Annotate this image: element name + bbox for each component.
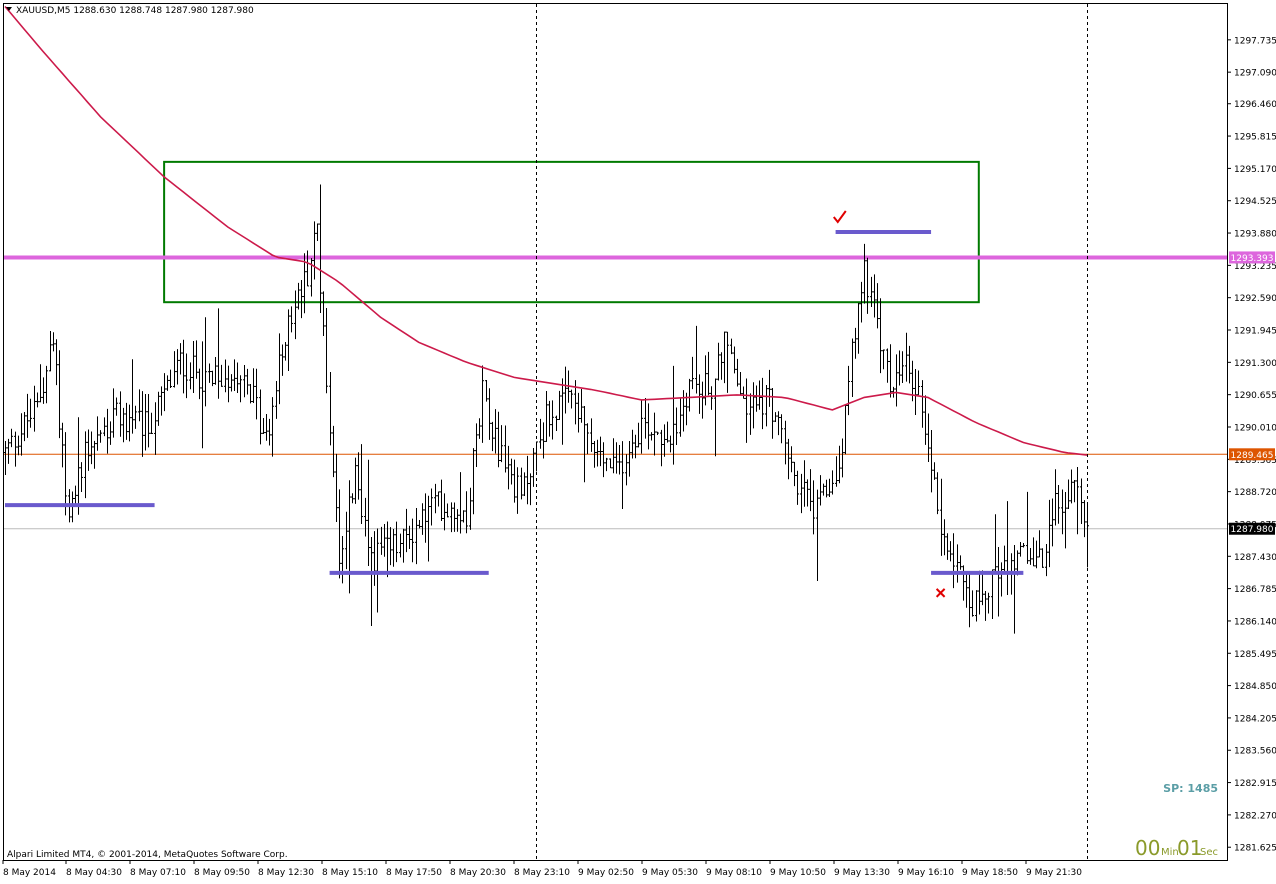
time-tick-label: 9 May 21:30 xyxy=(1026,868,1082,878)
time-tick-label: 8 May 15:10 xyxy=(322,868,378,878)
time-tick-label: 8 May 09:50 xyxy=(194,868,250,878)
time-tick-label: 8 May 07:10 xyxy=(130,868,186,878)
chart-canvas[interactable]: 1297.735 1297.090 1296.460 1295.815 1295.170… xyxy=(0,0,1276,880)
price-tick-label: 1292.590 xyxy=(1234,294,1276,304)
trading-chart[interactable]: 1297.735 1297.090 1296.460 1295.815 1295.170… xyxy=(0,0,1276,880)
time-tick-label: 8 May 04:30 xyxy=(66,868,122,878)
price-tick-label: 1281.625 xyxy=(1234,844,1276,854)
price-tick-label: 1297.090 xyxy=(1234,69,1276,79)
time-tick-label: 8 May 20:30 xyxy=(450,868,506,878)
price-tick-label: 1288.720 xyxy=(1234,488,1276,498)
price-tick-label: 1291.945 xyxy=(1234,327,1276,337)
time-tick-label: 8 May 12:30 xyxy=(258,868,314,878)
time-tick-label: 9 May 10:50 xyxy=(770,868,826,878)
price-tick-label: 1284.205 xyxy=(1234,714,1276,724)
time-tick-label: 8 May 23:10 xyxy=(514,868,570,878)
spread-indicator: SP: 1485 xyxy=(1163,782,1218,795)
price-tick-label: 1290.655 xyxy=(1234,391,1276,401)
price-tick-label: 1293.880 xyxy=(1234,230,1276,240)
price-tick-label: 1294.525 xyxy=(1234,197,1276,207)
price-tick-label: 1295.815 xyxy=(1234,133,1276,143)
price-tick-label: 1297.735 xyxy=(1234,36,1276,46)
price-tick-label: 1282.270 xyxy=(1234,811,1276,821)
price-tick-label: 1286.140 xyxy=(1234,617,1276,627)
timer-sec-label: Sec xyxy=(1200,847,1218,858)
time-tick-label: 9 May 13:30 xyxy=(834,868,890,878)
price-tick-label: 1296.460 xyxy=(1234,100,1276,110)
price-tick-label: 1283.560 xyxy=(1234,747,1276,757)
symbol-header: XAUUSD,M5 1288.630 1288.748 1287.980 128… xyxy=(16,6,254,16)
time-tick-label: 8 May 17:50 xyxy=(386,868,442,878)
copyright-text: Alpari Limited MT4, © 2001-2014, MetaQuo… xyxy=(7,850,288,860)
price-tick-label: 1285.495 xyxy=(1234,650,1276,660)
last_line-label: 1287.980 xyxy=(1231,525,1274,535)
time-tick-label: 9 May 16:10 xyxy=(898,868,954,878)
price-tick-label: 1287.430 xyxy=(1234,553,1276,563)
price-tick-label: 1286.785 xyxy=(1234,585,1276,595)
bid_line-label: 1289.465 xyxy=(1231,451,1274,461)
resistance_line-label: 1293.393 xyxy=(1231,254,1274,264)
price-tick-label: 1284.850 xyxy=(1234,682,1276,692)
timer-sec-value: 01 xyxy=(1177,836,1202,860)
price-tick-label: 1295.170 xyxy=(1234,165,1276,175)
time-tick-label: 9 May 08:10 xyxy=(706,868,762,878)
time-tick-label: 8 May 2014 xyxy=(3,868,56,878)
price-tick-label: 1282.915 xyxy=(1234,779,1276,789)
time-tick-label: 9 May 18:50 xyxy=(962,868,1018,878)
time-tick-label: 9 May 05:30 xyxy=(642,868,698,878)
timer-min-value: 00 xyxy=(1135,836,1160,860)
price-tick-label: 1291.300 xyxy=(1234,359,1276,369)
price-tick-label: 1290.010 xyxy=(1234,423,1276,433)
time-tick-label: 9 May 02:50 xyxy=(578,868,634,878)
